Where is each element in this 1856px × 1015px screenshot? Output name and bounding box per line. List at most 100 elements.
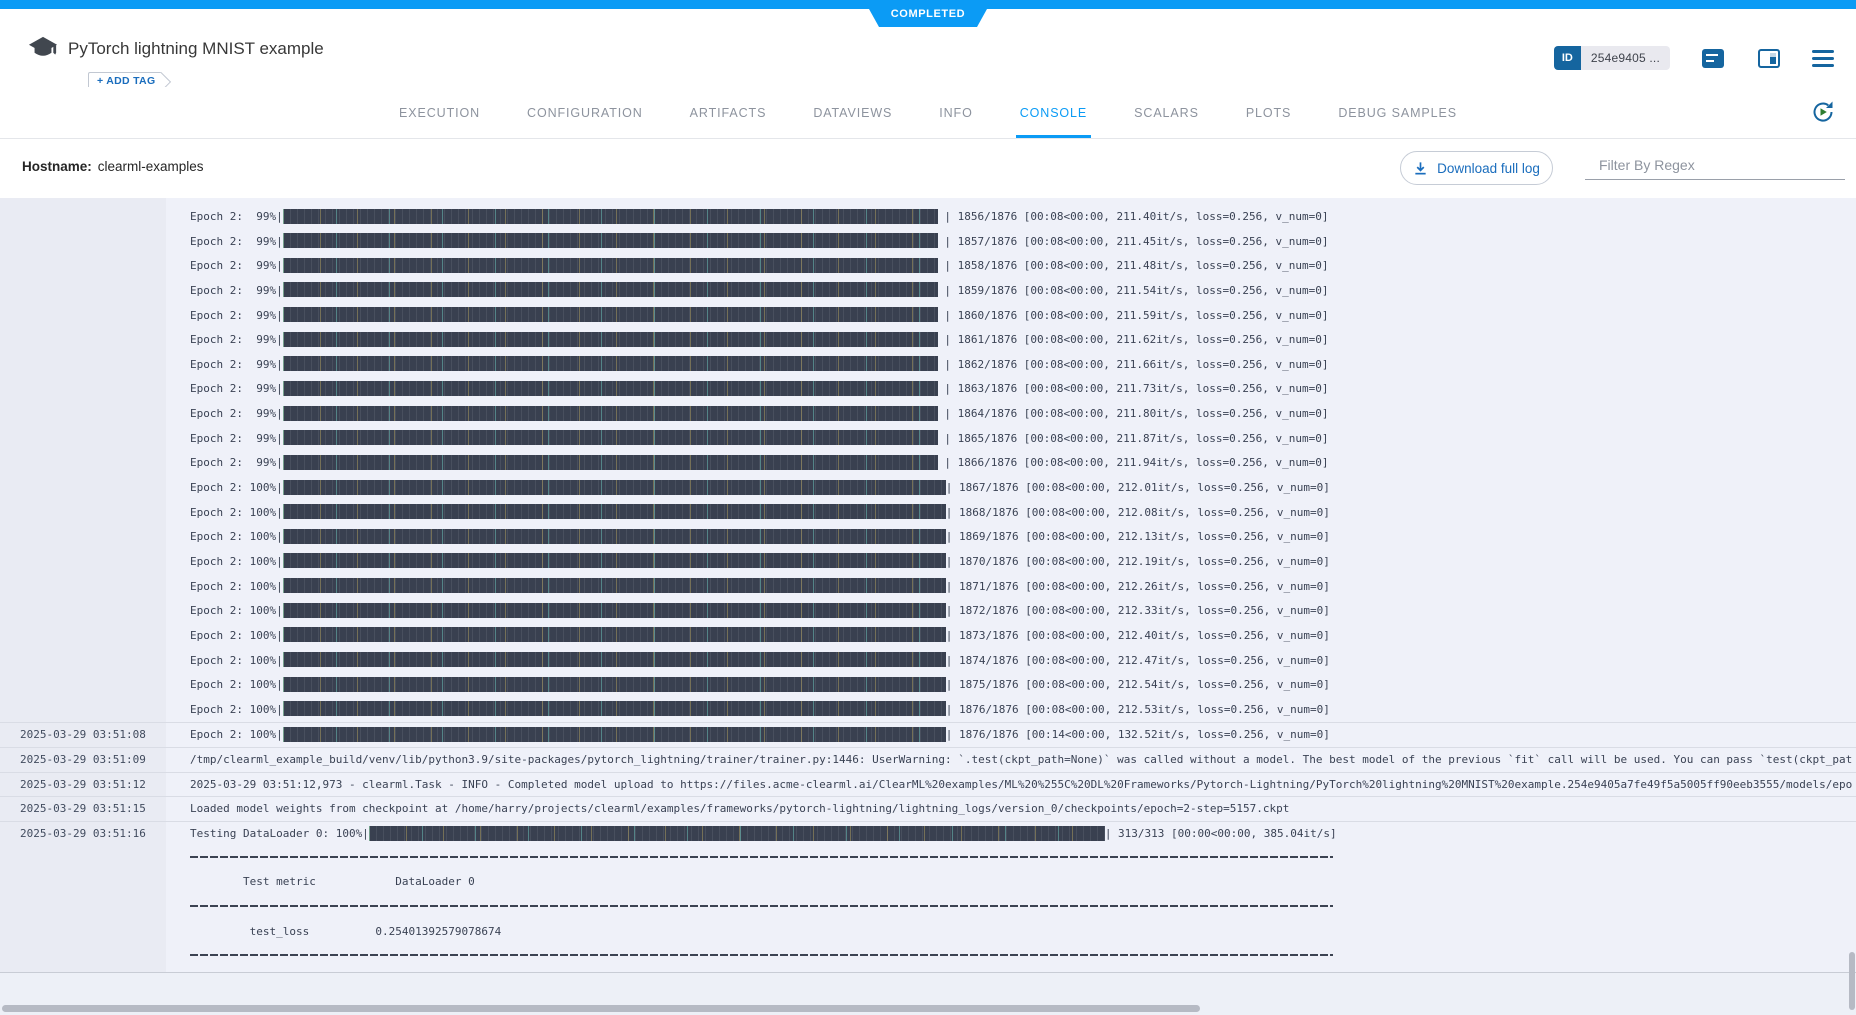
log-timestamp: 2025-03-29 03:51:16	[20, 822, 146, 846]
progress-bar	[283, 701, 946, 716]
console-log-area[interactable]: Epoch 2: 99%| | 1856/1876 [00:08<00:00, …	[0, 198, 1856, 972]
log-row: Epoch 2: 100%|| 1871/1876 [00:08<00:00, …	[0, 575, 1856, 600]
console-footer	[0, 972, 1856, 1015]
tab-scalars[interactable]: SCALARS	[1134, 87, 1199, 138]
log-row: Test metric DataLoader 0	[0, 870, 1856, 895]
log-row: 2025-03-29 03:51:08Epoch 2: 100%|| 1876/…	[0, 722, 1856, 747]
log-row: 2025-03-29 03:51:16Testing DataLoader 0:…	[0, 821, 1856, 846]
add-tag-label: + ADD TAG	[97, 75, 155, 87]
log-rule-row	[0, 846, 1856, 871]
progress-bar	[283, 578, 946, 593]
comments-button[interactable]	[1700, 45, 1726, 71]
log-row: Epoch 2: 99%| | 1862/1876 [00:08<00:00, …	[0, 353, 1856, 378]
hostname: Hostname: clearml-examples	[22, 159, 204, 174]
log-row: test_loss 0.25401392579078674	[0, 920, 1856, 945]
progress-bar	[283, 677, 946, 692]
log-divider	[190, 905, 1333, 907]
vertical-scrollbar[interactable]	[1849, 952, 1855, 1010]
progress-bar	[283, 406, 938, 421]
progress-bar	[283, 627, 946, 642]
download-icon	[1413, 161, 1428, 176]
tab-configuration[interactable]: CONFIGURATION	[527, 87, 643, 138]
tab-dataviews[interactable]: DATAVIEWS	[813, 87, 892, 138]
download-full-log-button[interactable]: Download full log	[1400, 151, 1553, 185]
log-divider	[190, 856, 1333, 858]
log-row: 2025-03-29 03:51:09/tmp/clearml_example_…	[0, 747, 1856, 772]
progress-bar	[283, 504, 946, 519]
log-timestamp: 2025-03-29 03:51:09	[20, 748, 146, 772]
tab-artifacts[interactable]: ARTIFACTS	[690, 87, 767, 138]
log-row: Epoch 2: 100%|| 1874/1876 [00:08<00:00, …	[0, 649, 1856, 674]
auto-refresh-icon	[1810, 99, 1836, 125]
log-divider	[190, 954, 1333, 956]
auto-refresh-button[interactable]	[1810, 99, 1836, 130]
log-rule-row	[0, 944, 1856, 969]
console-toolbar: Hostname: clearml-examples Download full …	[0, 140, 1856, 198]
log-timestamp: 2025-03-29 03:51:08	[20, 723, 146, 747]
log-row: Epoch 2: 99%| | 1864/1876 [00:08<00:00, …	[0, 402, 1856, 427]
log-row: Epoch 2: 99%| | 1858/1876 [00:08<00:00, …	[0, 254, 1856, 279]
tab-bar: EXECUTION CONFIGURATION ARTIFACTS DATAVIEWS…	[0, 87, 1856, 139]
task-id-chip[interactable]: ID 254e9405 ...	[1554, 46, 1670, 70]
tab-plots[interactable]: PLOTS	[1246, 87, 1292, 138]
log-row: Epoch 2: 100%|| 1869/1876 [00:08<00:00, …	[0, 525, 1856, 550]
progress-bar	[283, 529, 946, 544]
id-value: 254e9405 ...	[1581, 46, 1670, 70]
filter-regex-input[interactable]	[1585, 149, 1845, 180]
log-row: Epoch 2: 100%|| 1868/1876 [00:08<00:00, …	[0, 501, 1856, 526]
tab-execution[interactable]: EXECUTION	[399, 87, 480, 138]
task-title: PyTorch lightning MNIST example	[68, 39, 324, 59]
progress-bar	[283, 332, 938, 347]
task-menu-button[interactable]	[1812, 50, 1834, 67]
progress-bar	[283, 480, 946, 495]
log-row: Epoch 2: 99%| | 1860/1876 [00:08<00:00, …	[0, 304, 1856, 329]
progress-bar	[283, 553, 946, 568]
log-row: Epoch 2: 100%|| 1870/1876 [00:08<00:00, …	[0, 550, 1856, 575]
log-row: Epoch 2: 100%|| 1876/1876 [00:08<00:00, …	[0, 698, 1856, 723]
id-badge: ID	[1554, 46, 1581, 70]
log-row: Epoch 2: 100%|| 1875/1876 [00:08<00:00, …	[0, 673, 1856, 698]
progress-bar	[283, 356, 938, 371]
log-row: Epoch 2: 99%| | 1859/1876 [00:08<00:00, …	[0, 279, 1856, 304]
header-actions: ID 254e9405 ...	[1554, 45, 1834, 71]
filter-field	[1585, 149, 1845, 180]
details-panel-button[interactable]	[1756, 45, 1782, 71]
hostname-label: Hostname:	[22, 159, 92, 174]
log-row: Epoch 2: 99%| | 1865/1876 [00:08<00:00, …	[0, 427, 1856, 452]
progress-bar	[283, 307, 938, 322]
console-log: Epoch 2: 99%| | 1856/1876 [00:08<00:00, …	[0, 198, 1856, 969]
tab-console[interactable]: CONSOLE	[1020, 87, 1087, 138]
log-row: Epoch 2: 99%| | 1863/1876 [00:08<00:00, …	[0, 377, 1856, 402]
progress-bar	[283, 233, 938, 248]
log-row: 2025-03-29 03:51:15Loaded model weights …	[0, 796, 1856, 821]
log-timestamp: 2025-03-29 03:51:15	[20, 797, 146, 821]
split-panel-icon	[1758, 49, 1780, 68]
hamburger-icon	[1812, 50, 1834, 53]
task-type-icon	[28, 35, 58, 68]
log-row: Epoch 2: 100%|| 1867/1876 [00:08<00:00, …	[0, 476, 1856, 501]
hostname-value: clearml-examples	[98, 159, 204, 174]
progress-bar	[283, 258, 938, 273]
log-row: 2025-03-29 03:51:122025-03-29 03:51:12,9…	[0, 772, 1856, 797]
clearml-task-page: COMPLETED PyTorch lightning MNIST exampl…	[0, 0, 1856, 1015]
progress-bar	[283, 282, 938, 297]
log-row: Epoch 2: 99%| | 1856/1876 [00:08<00:00, …	[0, 205, 1856, 230]
progress-bar	[283, 727, 946, 742]
log-row: Epoch 2: 99%| | 1857/1876 [00:08<00:00, …	[0, 230, 1856, 255]
comment-lines-icon	[1702, 49, 1724, 68]
progress-bar	[283, 381, 938, 396]
download-label: Download full log	[1437, 161, 1540, 176]
progress-bar	[369, 826, 1105, 841]
log-row: Epoch 2: 100%|| 1873/1876 [00:08<00:00, …	[0, 624, 1856, 649]
status-badge: COMPLETED	[864, 0, 992, 27]
tab-info[interactable]: INFO	[939, 87, 972, 138]
progress-bar	[283, 652, 946, 667]
progress-bar	[283, 209, 938, 224]
log-rule-row	[0, 895, 1856, 920]
progress-bar	[283, 455, 938, 470]
log-timestamp: 2025-03-29 03:51:12	[20, 773, 146, 797]
horizontal-scrollbar[interactable]	[2, 1005, 1200, 1012]
progress-bar	[283, 430, 938, 445]
log-row: Epoch 2: 99%| | 1861/1876 [00:08<00:00, …	[0, 328, 1856, 353]
tab-debug-samples[interactable]: DEBUG SAMPLES	[1338, 87, 1457, 138]
